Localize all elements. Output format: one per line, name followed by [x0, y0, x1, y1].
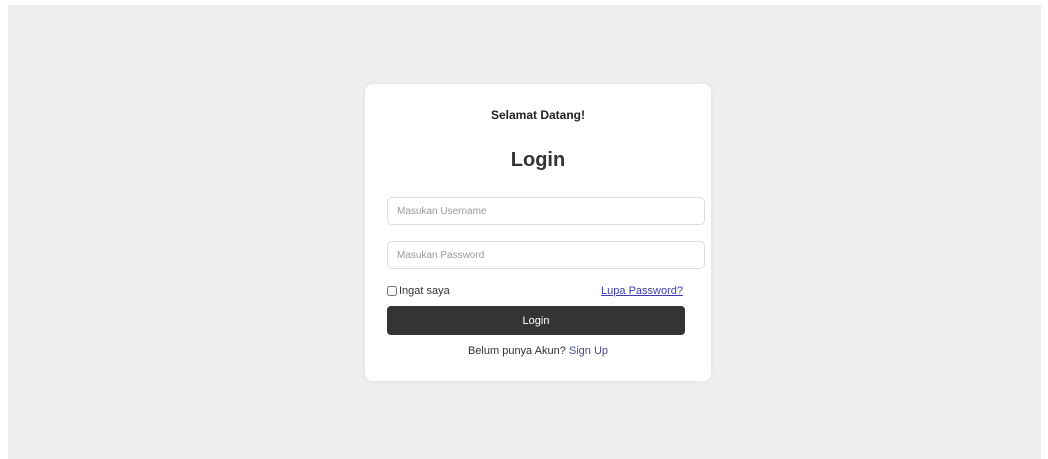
signup-link[interactable]: Sign Up — [569, 345, 608, 357]
signup-prompt: Belum punya Akun? — [467, 345, 566, 357]
page-background: Selamat Datang! Login Ingat saya Lupa Pa… — [8, 5, 1041, 459]
signup-row: Belum punya Akun? Sign Up — [365, 345, 711, 357]
login-button[interactable]: Login — [387, 306, 685, 335]
remember-me-checkbox[interactable] — [387, 286, 397, 296]
remember-me-label: Ingat saya — [399, 285, 450, 297]
password-input[interactable] — [387, 241, 705, 269]
forgot-password-link[interactable]: Lupa Password? — [601, 285, 683, 297]
options-row: Ingat saya Lupa Password? — [387, 285, 683, 301]
login-card: Selamat Datang! Login Ingat saya Lupa Pa… — [365, 84, 711, 381]
welcome-heading: Selamat Datang! — [490, 108, 586, 122]
remember-me[interactable]: Ingat saya — [387, 285, 450, 297]
login-title: Login — [510, 149, 566, 171]
username-input[interactable] — [387, 197, 705, 225]
